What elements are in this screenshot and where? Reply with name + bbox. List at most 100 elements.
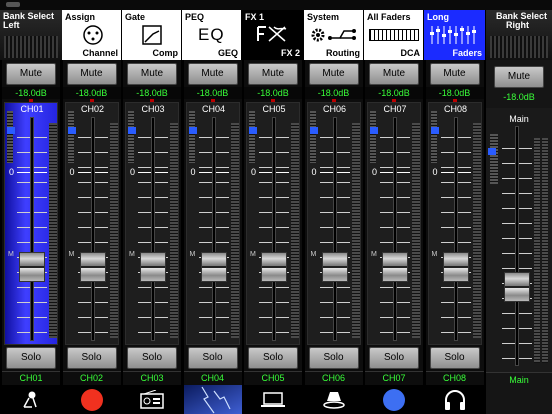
output-meter (291, 123, 299, 338)
bank-select-right-button[interactable]: Bank Select Right (486, 10, 552, 60)
m-marker-label: M (129, 251, 135, 258)
meter-marker (430, 127, 439, 134)
fader-knob[interactable] (200, 252, 227, 283)
tab-gate-subtitle: Comp (152, 48, 179, 58)
blue-circle-icon (365, 385, 423, 414)
solo-button[interactable]: Solo (369, 347, 419, 369)
solo-button[interactable]: Solo (248, 347, 298, 369)
channel-label: CH01 (2, 371, 60, 385)
fader-knob[interactable] (442, 252, 469, 283)
zero-db-label: 0 (190, 167, 196, 177)
solo-button[interactable]: Solo (6, 347, 56, 369)
channel-icon-slot[interactable] (244, 385, 302, 414)
output-meter (49, 123, 57, 338)
tab-gate-title: Gate (125, 12, 146, 22)
mute-button[interactable]: Mute (66, 63, 117, 85)
channel-strip-ch01: Mute -18.0dB CH01 0 M Solo CH01 (2, 60, 60, 414)
main-mute-button[interactable]: Mute (494, 66, 544, 88)
fader-knob[interactable] (140, 252, 166, 283)
zero-db-label: 0 (69, 167, 75, 177)
fader-knob[interactable] (19, 252, 45, 283)
solo-button[interactable]: Solo (66, 347, 117, 369)
main-strip: Mute -18.0dB Main Main (486, 60, 552, 414)
fader-slot (211, 117, 216, 341)
solo-button[interactable]: Solo (429, 347, 480, 369)
meter-marker (128, 127, 136, 134)
fader-area[interactable]: CH04 0 M (185, 102, 240, 345)
fader-slot (393, 117, 397, 341)
tab-all-faders[interactable]: All Faders DCA (364, 10, 424, 60)
fader-knob[interactable] (261, 252, 287, 283)
tab-fx[interactable]: FX 1 FX 2 (242, 10, 304, 60)
compressor-curve-icon (142, 25, 162, 45)
main-fader-knob[interactable] (504, 271, 530, 302)
fader-area[interactable]: CH07 0 M (367, 102, 421, 345)
radio-icon (123, 385, 181, 414)
bank-select-left-button[interactable]: Bank Select Left (0, 10, 62, 60)
tab-assign-subtitle: Channel (82, 48, 118, 58)
channel-icon-slot[interactable] (2, 385, 60, 414)
tab-assign[interactable]: Assign Channel (62, 10, 122, 60)
conference-speaker-icon (305, 385, 363, 414)
solo-button[interactable]: Solo (127, 347, 177, 369)
fader-area[interactable]: CH05 0 M (246, 102, 300, 345)
laptop-icon (244, 385, 302, 414)
mute-button[interactable]: Mute (187, 63, 238, 85)
zero-db-label: 0 (432, 167, 438, 177)
tab-long-title: Long (427, 12, 449, 22)
mute-button[interactable]: Mute (369, 63, 419, 85)
tab-fx-title: FX 1 (245, 12, 265, 22)
tab-gate[interactable]: Gate Comp (122, 10, 182, 60)
main-fader-area[interactable]: Main (486, 108, 552, 373)
mute-button[interactable]: Mute (248, 63, 298, 85)
tab-fx-subtitle: FX 2 (280, 48, 300, 58)
channel-icon-slot[interactable] (304, 385, 363, 414)
main-right-meter-r (542, 138, 548, 363)
fader-knob[interactable] (79, 252, 106, 283)
tab-system[interactable]: System Routing (304, 10, 364, 60)
bank-grill-right (490, 36, 548, 58)
channel-label: CH02 (62, 371, 121, 385)
fader-area[interactable]: CH08 0 M (427, 102, 482, 345)
tab-all-faders-title: All Faders (367, 12, 411, 22)
top-scroll-thumb[interactable] (6, 2, 20, 7)
mute-button[interactable]: Mute (429, 63, 480, 85)
microphone-stand-icon (2, 385, 60, 414)
channel-icon-slot[interactable] (365, 385, 423, 414)
fader-area[interactable]: CH03 0 M (125, 102, 179, 345)
output-meter (412, 123, 420, 338)
fader-slot (90, 117, 95, 341)
tab-peq[interactable]: PEQ EQ GEQ (182, 10, 242, 60)
bank-select-left-label: Bank Select Left (3, 11, 55, 30)
fader-knob[interactable] (321, 252, 348, 283)
top-scroll-strip (0, 0, 552, 10)
channel-icon-slot[interactable] (62, 385, 121, 414)
solo-button[interactable]: Solo (187, 347, 238, 369)
mute-button[interactable]: Mute (127, 63, 177, 85)
fader-area[interactable]: CH01 0 M (4, 102, 58, 345)
channel-icon-slot[interactable] (123, 385, 181, 414)
channel-icon-slot[interactable] (425, 385, 484, 414)
meter-marker (309, 127, 318, 134)
channel-strip-ch07: Mute -18.0dB CH07 0 M Solo CH07 (365, 60, 423, 414)
channel-strip-ch05: Mute -18.0dB CH05 0 M Solo CH05 (244, 60, 302, 414)
fader-slot (30, 117, 34, 341)
tab-long-faders[interactable]: Long Faders (424, 10, 486, 60)
fader-channel-name: CH02 (80, 104, 104, 114)
m-marker-label: M (250, 251, 256, 258)
fader-area[interactable]: CH06 0 M (306, 102, 361, 345)
solo-button[interactable]: Solo (308, 347, 359, 369)
mute-button[interactable]: Mute (308, 63, 359, 85)
level-db-readout: -18.0dB (304, 87, 363, 99)
fader-area[interactable]: CH02 0 M (64, 102, 119, 345)
lightning-image-icon (183, 385, 242, 414)
channel-icon-slot[interactable] (183, 385, 242, 414)
input-meter (7, 111, 13, 163)
channel-strip-ch02: Mute -18.0dB CH02 0 M Solo CH02 (62, 60, 121, 414)
fader-slot (453, 117, 458, 341)
meter-marker (370, 127, 378, 134)
fader-knob[interactable] (382, 252, 408, 283)
level-db-readout: -18.0dB (2, 87, 60, 99)
level-db-readout: -18.0dB (244, 87, 302, 99)
mute-button[interactable]: Mute (6, 63, 56, 85)
